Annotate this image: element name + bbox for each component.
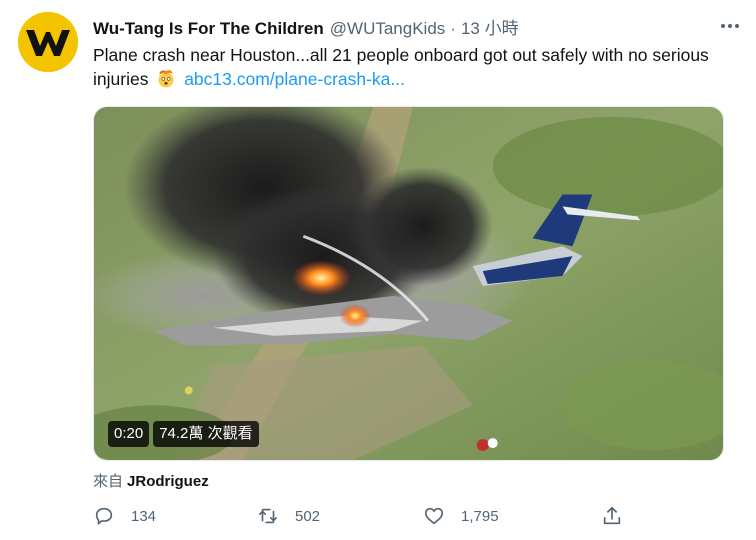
display-name[interactable]: Wu-Tang Is For The Children [93,19,324,39]
like-button[interactable]: 1,795 [423,502,499,530]
user-handle[interactable]: @WUTangKids [330,19,446,39]
more-dot [728,24,732,28]
video-source: 來自 JRodriguez [93,470,209,491]
source-prefix: 來自 [93,473,124,490]
more-horizontal-icon [721,24,725,28]
more-dot [735,24,739,28]
share-button[interactable] [601,502,623,530]
video-info-badges: 0:20 74.2萬 次觀看 [108,421,259,447]
share-icon [603,506,621,525]
timestamp[interactable]: 13 小時 [461,14,519,39]
tweet-actions: 134 502 1,795 [93,502,653,530]
reply-button[interactable]: 134 [93,502,156,530]
video-views: 74.2萬 次觀看 [153,421,259,447]
retweet-count: 502 [295,507,321,525]
crash-scene-video-frame [94,107,723,460]
separator-dot: · [450,19,456,38]
tweet-text: Plane crash near Houston...all 21 people… [93,43,733,91]
retweet-button[interactable]: 502 [257,502,320,530]
more-options-button[interactable] [718,14,742,38]
reply-icon [95,507,113,525]
retweet-icon [258,508,278,524]
video-duration: 0:20 [108,421,150,447]
heart-icon [424,507,444,525]
article-link[interactable]: abc13.com/plane-crash-ka... [184,69,405,89]
like-count: 1,795 [461,507,499,525]
tweet-header: Wu-Tang Is For The Children @WUTangKids … [93,14,736,38]
exploding-head-emoji-icon [158,70,174,88]
video-player[interactable]: 0:20 74.2萬 次觀看 [93,106,724,461]
reply-count: 134 [131,507,157,525]
source-name[interactable]: JRodriguez [127,473,209,490]
wu-tang-logo-icon [18,12,78,72]
avatar[interactable] [18,12,78,72]
tweet[interactable]: Wu-Tang Is For The Children @WUTangKids … [0,0,756,540]
